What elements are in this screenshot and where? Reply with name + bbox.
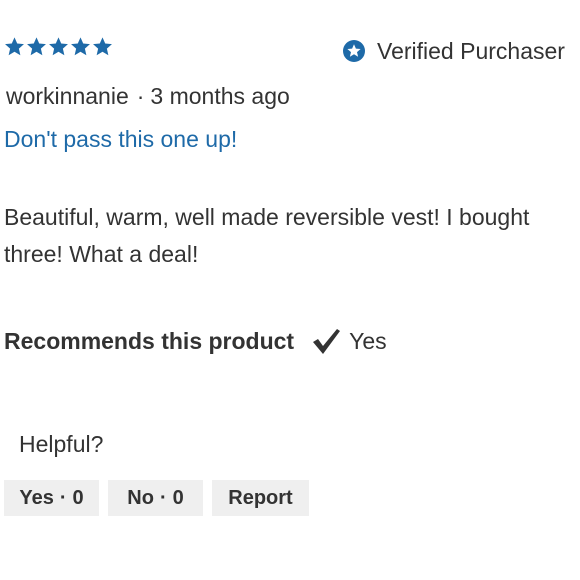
recommends-value: Yes	[349, 328, 387, 354]
review-byline: workinnanie · 3 months ago	[6, 82, 290, 110]
review-card: Verified Purchaser workinnanie · 3 months …	[0, 0, 580, 580]
verified-star-badge-icon	[343, 40, 365, 62]
helpful-yes-button[interactable]: Yes · 0	[4, 480, 99, 516]
checkmark-icon	[313, 329, 341, 354]
helpful-no-count: 0	[172, 486, 184, 509]
report-button[interactable]: Report	[212, 480, 309, 516]
star-icon	[5, 37, 24, 56]
recommends-label: Recommends this product	[4, 328, 295, 354]
report-label: Report	[228, 486, 293, 509]
star-rating	[4, 36, 113, 57]
author-name: workinnanie	[6, 83, 129, 109]
star-icon	[27, 37, 46, 56]
helpful-no-button[interactable]: No · 0	[108, 480, 203, 516]
review-body: Beautiful, warm, well made reversible ve…	[4, 204, 530, 267]
verified-purchaser-badge: Verified Purchaser	[343, 38, 565, 64]
byline-separator: ·	[136, 83, 145, 109]
helpful-yes-label: Yes	[19, 486, 54, 509]
helpful-no-separator: ·	[159, 486, 167, 509]
helpful-no-label: No	[127, 486, 154, 509]
star-icon	[93, 37, 112, 56]
verified-purchaser-label: Verified Purchaser	[377, 38, 565, 64]
helpful-label: Helpful?	[19, 431, 104, 457]
review-title: Don't pass this one up!	[4, 126, 238, 152]
review-date: 3 months ago	[150, 83, 290, 109]
star-icon	[49, 37, 68, 56]
helpful-yes-separator: ·	[59, 486, 67, 509]
star-icon	[71, 37, 90, 56]
recommendation-row: Recommends this product Yes	[4, 326, 387, 356]
helpful-buttons: Yes · 0 No · 0 Report	[4, 480, 309, 516]
helpful-yes-count: 0	[72, 486, 84, 509]
